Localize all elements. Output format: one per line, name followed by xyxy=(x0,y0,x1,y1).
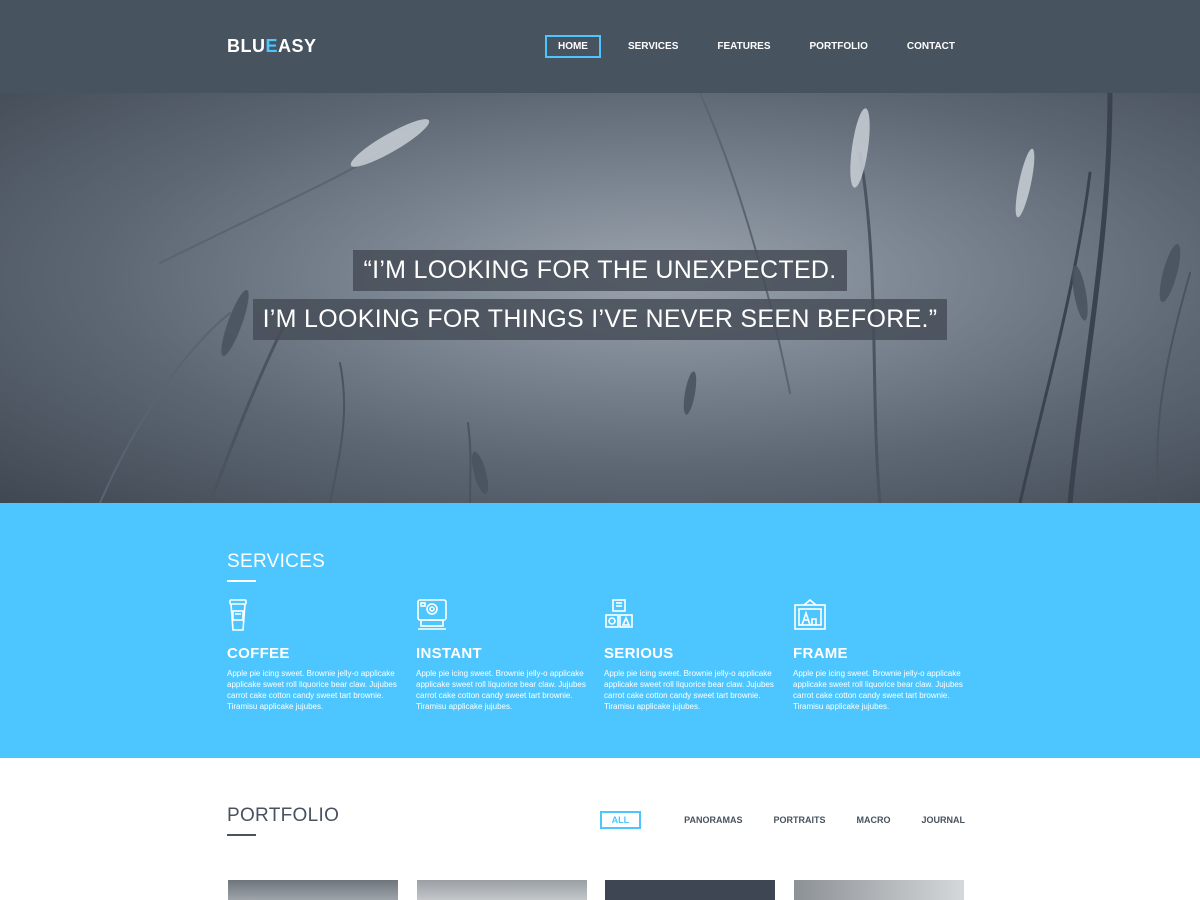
portfolio-thumbnail[interactable] xyxy=(794,880,964,900)
nav-item-home[interactable]: HOME xyxy=(544,35,601,58)
filter-portraits[interactable]: PORTRAITS xyxy=(773,815,825,825)
filter-panoramas[interactable]: PANORAMAS xyxy=(684,815,742,825)
hero-quote-line2: I’M LOOKING FOR THINGS I’VE NEVER SEEN B… xyxy=(0,299,1200,340)
service-description: Apple pie icing sweet. Brownie jelly-o a… xyxy=(604,669,774,711)
main-nav: HOME SERVICES FEATURES PORTFOLIO CONTACT xyxy=(544,35,967,58)
filter-macro[interactable]: MACRO xyxy=(856,815,890,825)
logo-text-part3: ASY xyxy=(278,36,317,56)
service-description: Apple pie icing sweet. Brownie jelly-o a… xyxy=(227,669,397,711)
site-header: BLUEASY HOME SERVICES FEATURES PORTFOLIO… xyxy=(0,0,1200,93)
portfolio-thumbnail[interactable] xyxy=(228,880,398,900)
nav-item-features[interactable]: FEATURES xyxy=(705,35,782,58)
portfolio-section: PORTFOLIO ALL PANORAMAS PORTRAITS MACRO … xyxy=(0,758,1200,900)
instant-camera-icon xyxy=(417,599,447,630)
service-card-frame: FRAME Apple pie icing sweet. Brownie jel… xyxy=(793,598,963,712)
logo-text-accent: E xyxy=(265,36,279,56)
logo[interactable]: BLUEASY xyxy=(227,36,317,57)
services-heading-text: SERVICES xyxy=(227,551,326,572)
service-description: Apple pie icing sweet. Brownie jelly-o a… xyxy=(416,669,586,711)
picture-frame-icon xyxy=(794,598,826,630)
hero-banner: “I’M LOOKING FOR THE UNEXPECTED. I’M LOO… xyxy=(0,93,1200,503)
filter-all[interactable]: ALL xyxy=(599,811,642,829)
portfolio-heading-underline xyxy=(227,834,256,836)
service-card-coffee: COFFEE Apple pie icing sweet. Brownie je… xyxy=(227,599,397,712)
portfolio-heading-text: PORTFOLIO xyxy=(227,805,340,826)
nav-item-services[interactable]: SERVICES xyxy=(616,35,690,58)
hero-quote-line1-text: “I’M LOOKING FOR THE UNEXPECTED. xyxy=(353,250,847,291)
service-title: SERIOUS xyxy=(604,645,674,662)
hero-quote-line1: “I’M LOOKING FOR THE UNEXPECTED. xyxy=(0,250,1200,291)
service-description: Apple pie icing sweet. Brownie jelly-o a… xyxy=(793,669,963,711)
coffee-cup-icon xyxy=(229,599,247,631)
service-title: INSTANT xyxy=(416,645,482,662)
services-heading: SERVICES xyxy=(227,551,326,582)
nav-item-portfolio[interactable]: PORTFOLIO xyxy=(798,35,880,58)
logo-text-part1: BLU xyxy=(227,36,266,56)
portfolio-heading: PORTFOLIO xyxy=(227,805,340,836)
service-card-instant: INSTANT Apple pie icing sweet. Brownie j… xyxy=(416,599,586,712)
nav-item-contact[interactable]: CONTACT xyxy=(895,35,967,58)
services-section: SERVICES COFFEE Apple pie icing sweet. B… xyxy=(0,503,1200,758)
filter-journal[interactable]: JOURNAL xyxy=(921,815,965,825)
portfolio-thumbnail[interactable] xyxy=(605,880,775,900)
toy-blocks-icon xyxy=(605,599,633,628)
portfolio-filters: ALL PANORAMAS PORTRAITS MACRO JOURNAL xyxy=(599,811,965,829)
portfolio-thumbnail[interactable] xyxy=(417,880,587,900)
service-title: COFFEE xyxy=(227,645,290,662)
hero-grass-image xyxy=(99,93,1191,503)
service-card-serious: SERIOUS Apple pie icing sweet. Brownie j… xyxy=(604,599,774,712)
services-heading-underline xyxy=(227,580,256,582)
service-title: FRAME xyxy=(793,645,848,662)
hero-quote-line2-text: I’M LOOKING FOR THINGS I’VE NEVER SEEN B… xyxy=(252,299,948,340)
